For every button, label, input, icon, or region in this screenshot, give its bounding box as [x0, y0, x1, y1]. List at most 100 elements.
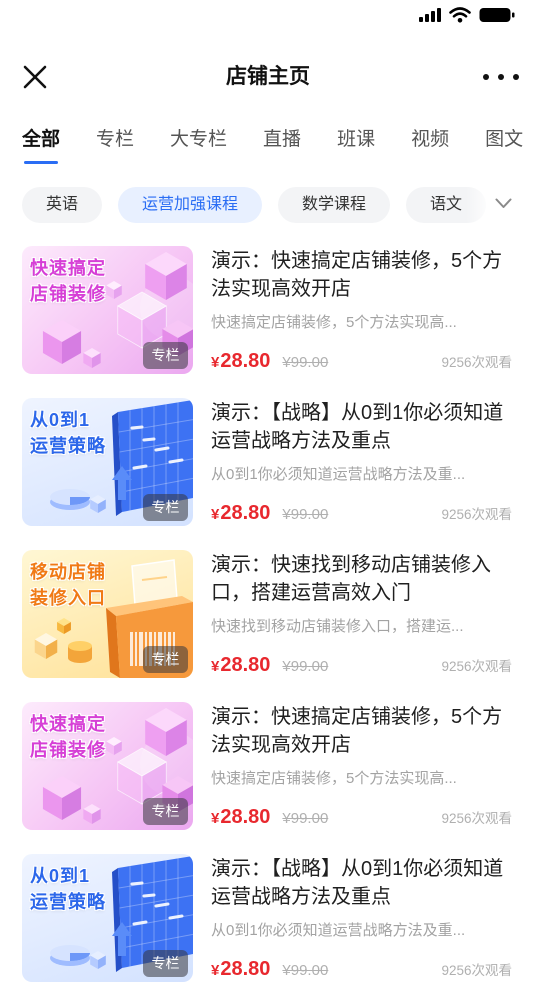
nav-bar: 店铺主页 — [0, 50, 536, 104]
tab-label: 专栏 — [96, 129, 135, 150]
current-price: ¥28.80 — [211, 958, 270, 981]
tab-label: 全部 — [22, 129, 61, 150]
thumbnail-caption-line: 店铺装修 — [30, 740, 106, 760]
thumbnail-caption-line: 店铺装修 — [30, 284, 106, 304]
current-price: ¥28.80 — [211, 502, 270, 525]
course-thumbnail[interactable]: 快速搞定 店铺装修 专栏 — [22, 702, 193, 830]
tab-label: 班课 — [337, 129, 376, 150]
tab-column[interactable]: 专栏 — [96, 126, 134, 170]
course-thumbnail[interactable]: 从0到1 运营策略 专栏 — [22, 854, 193, 982]
course-description: 从0到1你必须知道运营战略方法及重... — [211, 922, 466, 939]
dot — [513, 74, 519, 80]
currency-symbol: ¥ — [211, 810, 220, 827]
tab-label: 大专栏 — [170, 129, 228, 150]
current-price: ¥28.80 — [211, 350, 270, 373]
course-description: 快速搞定店铺装修，5个方法实现高... — [211, 770, 457, 787]
course-title: 演示：快速搞定店铺装修，5个方法实现高效开店 — [211, 250, 503, 300]
chip-operations[interactable]: 运营加强课程 — [118, 187, 263, 223]
price-value: 28.80 — [220, 958, 271, 980]
more-dots-icon[interactable] — [483, 74, 519, 82]
tab-big-column[interactable]: 大专栏 — [170, 126, 227, 170]
original-price: ¥99.00 — [282, 962, 329, 979]
tab-class[interactable]: 班课 — [337, 126, 375, 170]
course-info: 演示：快速搞定店铺装修，5个方法实现高效开店 快速搞定店铺装修，5个方法实现高.… — [211, 702, 512, 830]
type-badge: 专栏 — [143, 342, 188, 369]
price-row: ¥28.80 ¥99.00 9256次观看 — [211, 958, 512, 982]
price-value: 28.80 — [220, 806, 271, 828]
type-badge: 专栏 — [143, 494, 188, 521]
dot — [498, 74, 504, 80]
active-tab-indicator — [24, 161, 58, 164]
course-list: 快速搞定 店铺装修 专栏 演示：快速搞定店铺装修，5个方法实现高效开店 快速搞定… — [22, 246, 512, 999]
chips-expand-button[interactable] — [466, 183, 536, 227]
thumbnail-caption-line: 从0到1 — [30, 866, 91, 886]
thumbnail-caption: 快速搞定 店铺装修 — [30, 711, 106, 763]
price-value: 28.80 — [220, 350, 271, 372]
course-info: 演示：快速找到移动店铺装修入口，搭建运营高效入门 快速找到移动店铺装修入口，搭建… — [211, 550, 512, 678]
thumbnail-caption: 从0到1 运营策略 — [30, 407, 106, 459]
course-thumbnail[interactable]: 快速搞定 店铺装修 专栏 — [22, 246, 193, 374]
thumbnail-caption-line: 快速搞定 — [30, 258, 106, 278]
chip-english[interactable]: 英语 — [22, 187, 103, 223]
original-price: ¥99.00 — [282, 810, 329, 827]
thumbnail-caption: 移动店铺 装修入口 — [30, 559, 106, 611]
course-info: 演示：【战略】从0到1你必须知道运营战略方法及重点 从0到1你必须知道运营战略方… — [211, 398, 512, 526]
thumbnail-caption-line: 快速搞定 — [30, 714, 106, 734]
view-count: 9256次观看 — [441, 659, 512, 674]
battery-icon — [479, 8, 515, 22]
course-list-item[interactable]: 快速搞定 店铺装修 专栏 演示：快速搞定店铺装修，5个方法实现高效开店 快速搞定… — [22, 246, 512, 374]
wifi-icon — [449, 7, 471, 23]
course-list-item[interactable]: 移动店铺 装修入口 专栏 演示：快速找到移动店铺装修入口，搭建运营高效入门 快速… — [22, 550, 512, 678]
page-title: 店铺主页 — [226, 65, 310, 88]
type-badge: 专栏 — [143, 798, 188, 825]
tab-live[interactable]: 直播 — [263, 126, 301, 170]
course-thumbnail[interactable]: 移动店铺 装修入口 专栏 — [22, 550, 193, 678]
course-list-item[interactable]: 从0到1 运营策略 专栏 演示：【战略】从0到1你必须知道运营战略方法及重点 从… — [22, 398, 512, 526]
filter-chips: 英语 运营加强课程 数学课程 语文 — [22, 187, 536, 223]
original-price: ¥99.00 — [282, 506, 329, 523]
view-count: 9256次观看 — [441, 811, 512, 826]
current-price: ¥28.80 — [211, 806, 270, 829]
course-list-item[interactable]: 快速搞定 店铺装修 专栏 演示：快速搞定店铺装修，5个方法实现高效开店 快速搞定… — [22, 702, 512, 830]
currency-symbol: ¥ — [211, 658, 220, 675]
type-badge: 专栏 — [143, 950, 188, 977]
course-description: 快速搞定店铺装修，5个方法实现高... — [211, 314, 457, 331]
price-value: 28.80 — [220, 502, 271, 524]
course-description: 从0到1你必须知道运营战略方法及重... — [211, 466, 466, 483]
tab-video[interactable]: 视频 — [411, 126, 449, 170]
tab-all[interactable]: 全部 — [22, 126, 60, 170]
type-badge: 专栏 — [143, 646, 188, 673]
signal-icon — [419, 8, 441, 22]
currency-symbol: ¥ — [211, 962, 220, 979]
thumbnail-caption-line: 移动店铺 — [30, 562, 106, 582]
tab-label: 图文 — [485, 129, 524, 150]
tab-label: 直播 — [263, 129, 302, 150]
original-price: ¥99.00 — [282, 658, 329, 675]
thumbnail-caption: 从0到1 运营策略 — [30, 863, 106, 915]
thumbnail-caption-line: 运营策略 — [30, 892, 106, 912]
price-row: ¥28.80 ¥99.00 9256次观看 — [211, 806, 512, 830]
course-info: 演示：快速搞定店铺装修，5个方法实现高效开店 快速搞定店铺装修，5个方法实现高.… — [211, 246, 512, 374]
course-title: 演示：快速找到移动店铺装修入口，搭建运营高效入门 — [211, 554, 491, 604]
view-count: 9256次观看 — [441, 507, 512, 522]
category-tabs: 全部 专栏 大专栏 直播 班课 视频 图文 — [22, 126, 536, 170]
course-title: 演示：【战略】从0到1你必须知道运营战略方法及重点 — [211, 858, 504, 908]
course-description: 快速找到移动店铺装修入口，搭建运... — [211, 618, 464, 635]
dot — [483, 74, 489, 80]
thumbnail-caption-line: 运营策略 — [30, 436, 106, 456]
currency-symbol: ¥ — [211, 354, 220, 371]
thumbnail-caption-line: 从0到1 — [30, 410, 91, 430]
course-title: 演示：【战略】从0到1你必须知道运营战略方法及重点 — [211, 402, 504, 452]
tab-article[interactable]: 图文 — [485, 126, 523, 170]
price-value: 28.80 — [220, 654, 271, 676]
price-row: ¥28.80 ¥99.00 9256次观看 — [211, 654, 512, 678]
current-price: ¥28.80 — [211, 654, 270, 677]
course-list-item[interactable]: 从0到1 运营策略 专栏 演示：【战略】从0到1你必须知道运营战略方法及重点 从… — [22, 854, 512, 982]
view-count: 9256次观看 — [441, 963, 512, 978]
course-title: 演示：快速搞定店铺装修，5个方法实现高效开店 — [211, 706, 503, 756]
original-price: ¥99.00 — [282, 354, 329, 371]
course-info: 演示：【战略】从0到1你必须知道运营战略方法及重点 从0到1你必须知道运营战略方… — [211, 854, 512, 982]
course-thumbnail[interactable]: 从0到1 运营策略 专栏 — [22, 398, 193, 526]
chip-math[interactable]: 数学课程 — [278, 187, 391, 223]
status-bar — [0, 0, 536, 32]
